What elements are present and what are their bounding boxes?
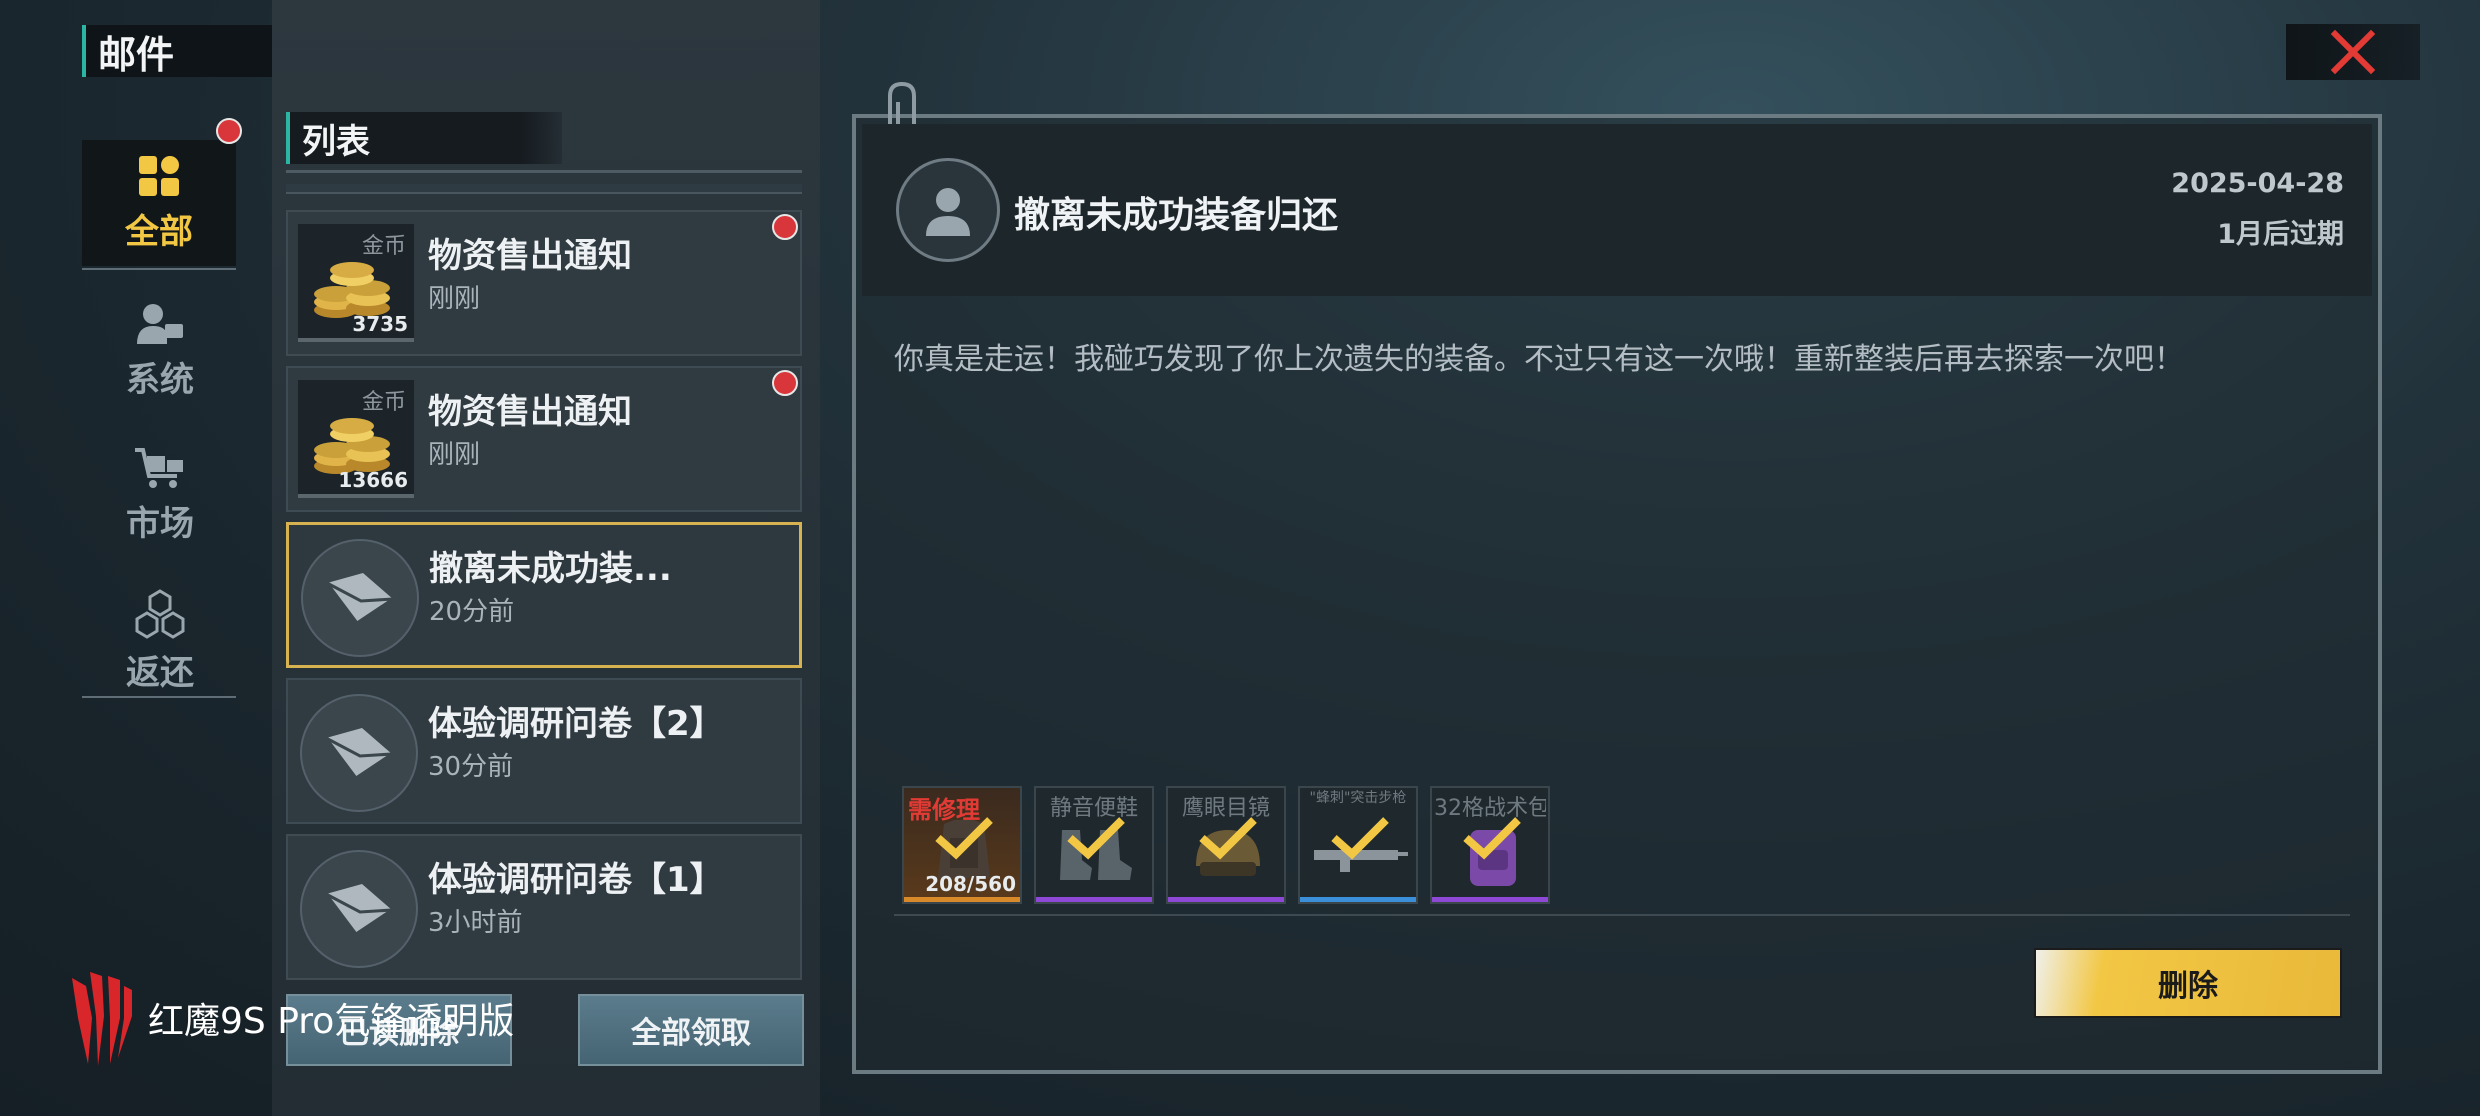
- rarity-bar: [1300, 897, 1416, 902]
- check-icon: [935, 817, 993, 860]
- detail-date: 2025-04-28: [2171, 168, 2344, 199]
- attachment-slot[interactable]: "蜂刺"突击步枪: [1298, 786, 1418, 904]
- close-icon: [2330, 29, 2376, 75]
- rarity-bar: [1432, 897, 1548, 902]
- mail-time: 刚刚: [428, 440, 481, 470]
- rarity-bar: [1168, 897, 1284, 902]
- claim-all-label: 全部领取: [631, 1016, 751, 1051]
- detail-expire: 1月后过期: [2217, 219, 2344, 250]
- envelope-avatar: [300, 850, 418, 968]
- detail-divider: [894, 914, 2350, 916]
- page-title: 邮件: [98, 32, 175, 77]
- mail-item[interactable]: 金币 13666 物资售出通知 刚刚: [286, 366, 802, 512]
- mail-time: 30分前: [428, 752, 514, 782]
- coin-count: 3735: [352, 312, 408, 336]
- mail-title: 体验调研问卷【1】: [428, 860, 724, 900]
- list-title: 列表: [302, 121, 370, 162]
- sidebar-divider: [82, 696, 236, 698]
- envelope-avatar: [300, 694, 418, 812]
- mail-title: 物资售出通知: [428, 236, 632, 276]
- envelope-icon: [324, 884, 393, 937]
- watermark-text: 红魔9S Pro氘锋透明版: [148, 1001, 515, 1042]
- envelope-avatar: [301, 539, 419, 657]
- check-icon: [1463, 817, 1521, 860]
- category-all-badge: [216, 118, 242, 144]
- check-icon: [1067, 817, 1125, 860]
- attachment-slot[interactable]: 32格战术包: [1430, 786, 1550, 904]
- unread-badge: [772, 214, 798, 240]
- detail-body: 你真是走运！我碰巧发现了你上次遗失的装备。不过只有这一次哦！重新整装后再去探索一…: [894, 342, 2184, 377]
- category-system-label: 系统: [126, 359, 194, 400]
- mail-time: 刚刚: [428, 284, 481, 314]
- category-return-label: 返还: [126, 652, 194, 693]
- delete-label: 删除: [2158, 969, 2218, 1004]
- attachment-slot[interactable]: 鹰眼目镜: [1166, 786, 1286, 904]
- red-magic-logo-icon: [72, 972, 132, 1066]
- claim-all-button[interactable]: 全部领取: [578, 994, 804, 1066]
- rarity-bar: [904, 897, 1020, 902]
- category-system[interactable]: 系统: [80, 286, 240, 416]
- cubes-icon: [135, 588, 185, 639]
- list-scroll-edge: [286, 184, 802, 194]
- coin-thumbnail: 金币 13666: [298, 380, 414, 498]
- grid-icon: [139, 155, 179, 196]
- close-button[interactable]: [2286, 24, 2420, 80]
- mail-time: 20分前: [429, 597, 515, 627]
- category-return[interactable]: 返还: [80, 576, 240, 706]
- mail-item[interactable]: 体验调研问卷【1】 3小时前: [286, 834, 802, 980]
- coin-count: 13666: [338, 468, 408, 492]
- attachment-slot[interactable]: 静音便鞋: [1034, 786, 1154, 904]
- attachment-slot[interactable]: 需修理 208/560: [902, 786, 1022, 904]
- mail-title: 物资售出通知: [428, 392, 632, 432]
- mail-time: 3小时前: [428, 908, 523, 938]
- check-icon: [1199, 817, 1257, 860]
- durability-count: 208/560: [925, 872, 1016, 896]
- category-all-label: 全部: [125, 211, 193, 252]
- mail-title: 体验调研问卷【2】: [428, 704, 724, 744]
- detail-title: 撤离未成功装备归还: [1014, 195, 1339, 236]
- category-sidebar: 全部 系统 市场 返还: [80, 118, 242, 710]
- category-all[interactable]: 全部: [82, 140, 236, 266]
- list-divider: [286, 170, 802, 173]
- unread-badge: [772, 370, 798, 396]
- mail-item-selected[interactable]: 撤离未成功装... 20分前: [286, 522, 802, 668]
- check-icon: [1331, 817, 1389, 860]
- category-market-label: 市场: [126, 503, 194, 544]
- person-icon: [926, 188, 970, 236]
- envelope-icon: [325, 573, 394, 626]
- coin-thumbnail: 金币 3735: [298, 224, 414, 342]
- envelope-icon: [324, 728, 393, 781]
- category-market[interactable]: 市场: [80, 430, 240, 560]
- mail-title: 撤离未成功装...: [429, 549, 672, 589]
- item-name: "蜂刺"突击步枪: [1309, 790, 1407, 806]
- sender-avatar: [896, 158, 1000, 262]
- delete-button[interactable]: 删除: [2034, 948, 2342, 1018]
- mail-item[interactable]: 体验调研问卷【2】 30分前: [286, 678, 802, 824]
- user-system-icon: [137, 303, 183, 344]
- cart-icon: [135, 447, 183, 488]
- list-header: 列表: [286, 112, 562, 164]
- rarity-bar: [1036, 897, 1152, 902]
- device-watermark: 红魔9S Pro氘锋透明版: [62, 968, 514, 1068]
- mail-item[interactable]: 金币 3735 物资售出通知 刚刚: [286, 210, 802, 356]
- sidebar-divider: [82, 268, 236, 270]
